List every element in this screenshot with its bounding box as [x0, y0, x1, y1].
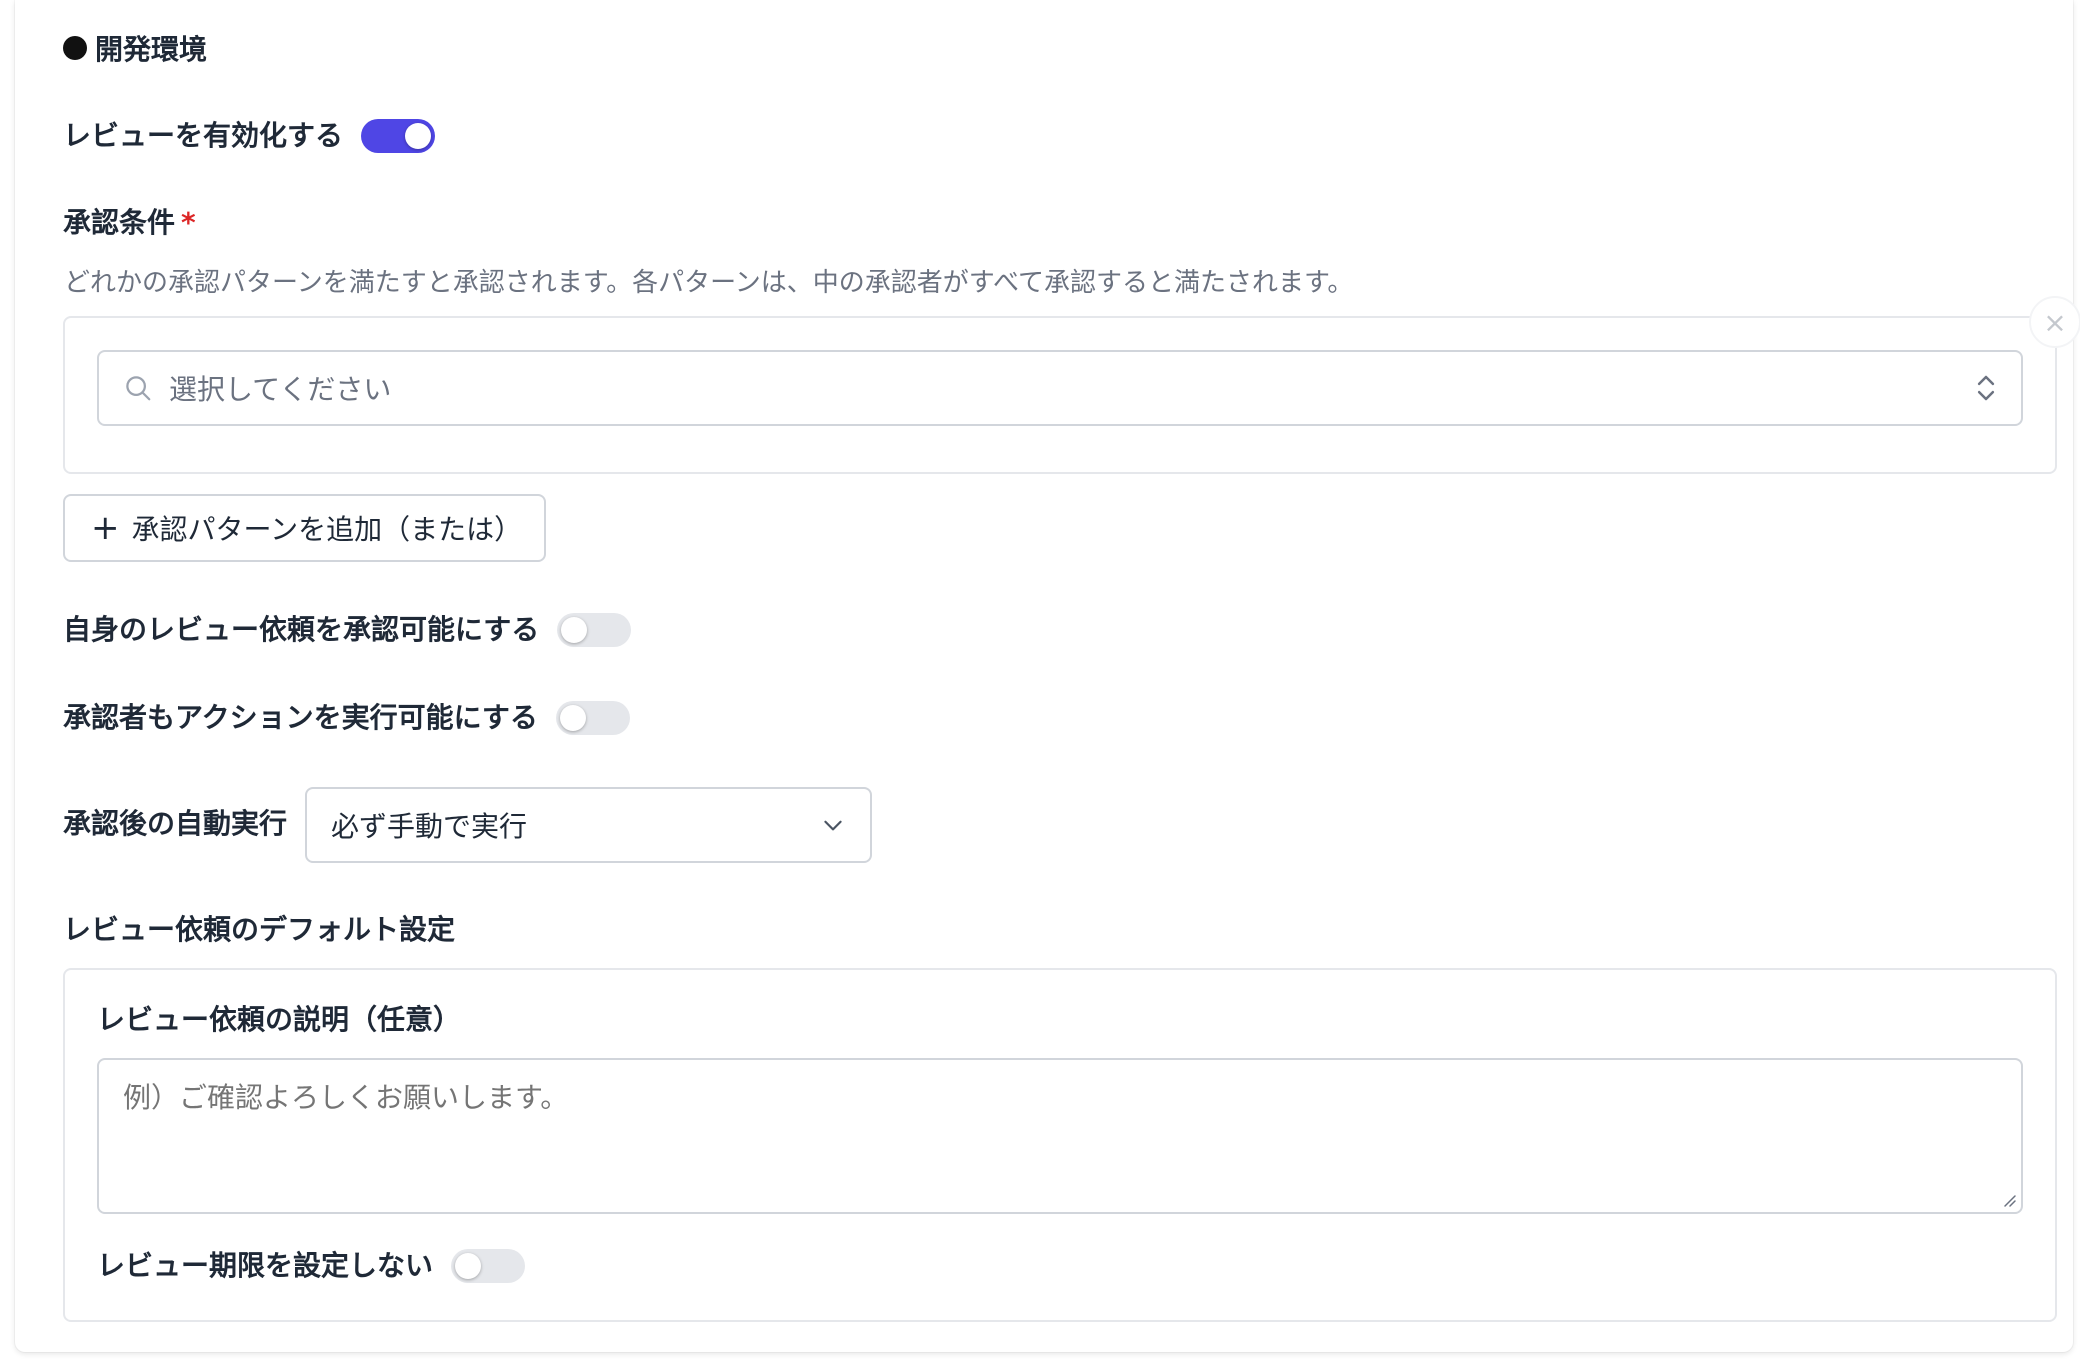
required-mark: *: [181, 206, 196, 239]
add-pattern-label: 承認パターンを追加（または）: [131, 513, 523, 546]
approval-condition-heading: 承認条件 *: [63, 203, 196, 243]
environment-heading: 開発環境: [63, 28, 207, 68]
review-description-label: レビュー依頼の説明（任意）: [97, 1003, 462, 1036]
auto-exec-label: 承認後の自動実行: [63, 807, 288, 840]
self-approve-toggle[interactable]: [557, 613, 632, 647]
chevron-up-down-icon: [1977, 375, 1995, 401]
review-description-textarea[interactable]: [97, 1058, 2023, 1214]
auto-exec-dropdown[interactable]: 必ず手動で実行: [305, 787, 872, 863]
enable-review-label: レビューを有効化する: [63, 119, 344, 152]
approver-action-toggle[interactable]: [555, 701, 630, 735]
enable-review-toggle[interactable]: [361, 119, 436, 153]
defaults-section-title: レビュー依頼のデフォルト設定: [63, 913, 456, 946]
plus-icon: +: [91, 508, 120, 548]
self-approve-row: 自身のレビュー依頼を承認可能にする: [63, 610, 632, 650]
bullet-dot-icon: [63, 36, 87, 60]
toggle-knob: [559, 705, 586, 731]
approver-select[interactable]: 選択してください: [97, 350, 2023, 426]
search-icon: [126, 376, 151, 401]
no-deadline-row: レビュー期限を設定しない: [97, 1246, 526, 1286]
enable-review-row: レビューを有効化する: [63, 116, 436, 156]
approver-action-label: 承認者もアクションを実行可能にする: [63, 701, 538, 734]
select-placeholder: 選択してください: [169, 373, 392, 406]
chevron-down-icon: [824, 820, 842, 831]
approval-description: どれかの承認パターンを満たすと承認されます。各パターンは、中の承認者がすべて承認…: [64, 268, 1354, 298]
toggle-knob: [455, 1253, 482, 1279]
auto-exec-selected: 必ず手動で実行: [331, 810, 528, 843]
remove-pattern-button[interactable]: ×: [2029, 296, 2080, 348]
no-deadline-toggle[interactable]: [451, 1249, 526, 1283]
toggle-knob: [405, 123, 432, 149]
no-deadline-label: レビュー期限を設定しない: [97, 1249, 434, 1282]
approver-action-row: 承認者もアクションを実行可能にする: [63, 698, 630, 738]
settings-card: 開発環境 レビューを有効化する 承認条件 * どれかの承認パターンを満たすと承認さ…: [15, 0, 2080, 1352]
self-approve-label: 自身のレビュー依頼を承認可能にする: [63, 613, 540, 646]
resize-handle-icon[interactable]: [2001, 1192, 2017, 1208]
environment-title: 開発環境: [95, 33, 208, 66]
approval-condition-label: 承認条件: [63, 206, 176, 239]
close-icon: ×: [2043, 305, 2067, 339]
add-approval-pattern-button[interactable]: + 承認パターンを追加（または）: [63, 494, 546, 562]
page: 開発環境 レビューを有効化する 承認条件 * どれかの承認パターンを満たすと承認さ…: [0, 0, 2080, 1364]
toggle-knob: [561, 617, 588, 643]
